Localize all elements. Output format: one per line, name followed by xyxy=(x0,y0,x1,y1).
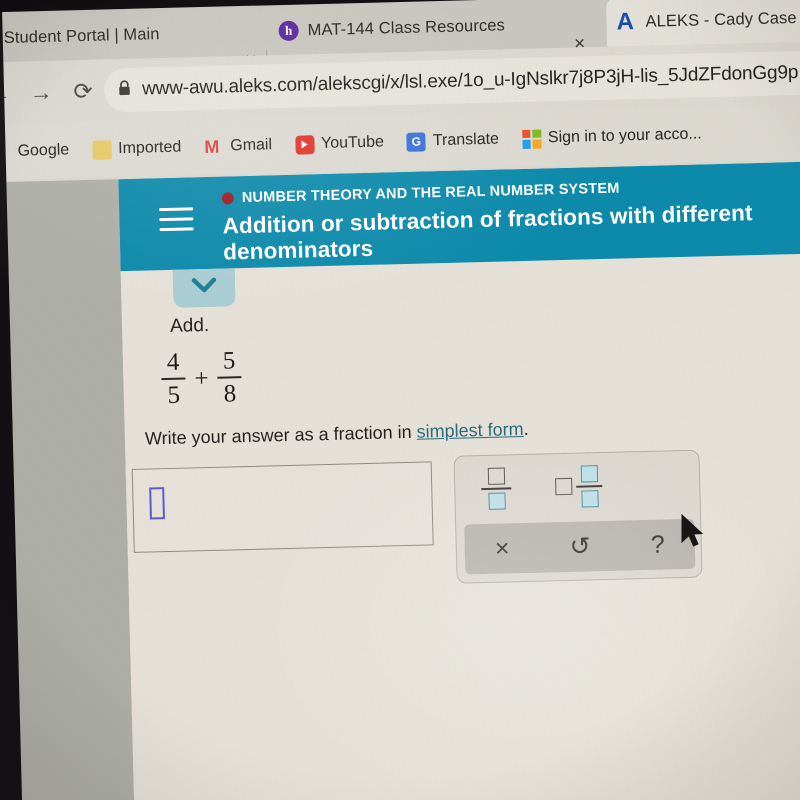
aleks-topic-title: Addition or subtraction of fractions wit… xyxy=(222,200,753,265)
help-icon[interactable]: ? xyxy=(650,530,665,559)
hamburger-menu-icon[interactable] xyxy=(159,207,194,238)
google-translate-icon: G xyxy=(406,131,427,152)
bookmark-microsoft-signin[interactable]: Sign in to your acco... xyxy=(514,121,710,153)
desktop-background-strip xyxy=(6,173,136,800)
aleks-a-icon: A xyxy=(616,8,635,36)
browser-chrome: Student Portal | Main × h MAT-144 Class … xyxy=(0,0,800,183)
bookmark-label: Sign in to your acco... xyxy=(547,125,702,147)
browser-tab-title: ALEKS - Cady Case xyxy=(645,8,797,31)
bookmark-label: Translate xyxy=(432,130,500,150)
answer-instruction-prefix: Write your answer as a fraction in xyxy=(144,421,417,449)
math-palette-top-row xyxy=(454,451,700,523)
clear-icon[interactable]: × xyxy=(495,534,510,563)
bookmark-label: Gmail xyxy=(230,136,273,155)
aleks-topic-kicker: NUMBER THEORY AND THE REAL NUMBER SYSTEM xyxy=(241,180,620,207)
bookmark-translate[interactable]: G Translate xyxy=(399,126,508,156)
youtube-icon xyxy=(294,134,315,155)
fraction-template-button[interactable] xyxy=(481,467,512,510)
aleks-topic-header: NUMBER THEORY AND THE REAL NUMBER SYSTEM… xyxy=(118,161,800,272)
bookmark-gmail[interactable]: M Gmail xyxy=(196,132,280,161)
browser-tab-title: Student Portal | Main xyxy=(3,24,160,47)
browser-tab-aleks[interactable]: A ALEKS - Cady Case xyxy=(605,0,800,47)
bookmark-label: Google xyxy=(17,141,70,160)
whole-part-box-icon xyxy=(555,478,573,496)
fraction-right: 5 8 xyxy=(217,347,242,408)
folder-icon xyxy=(91,139,112,160)
chevron-down-icon xyxy=(191,277,217,293)
fraction-denominator: 8 xyxy=(223,379,237,408)
fraction-left: 4 5 xyxy=(161,348,186,409)
laptop-screen: Student Portal | Main × h MAT-144 Class … xyxy=(0,0,800,800)
bookmark-label: YouTube xyxy=(320,133,385,153)
fraction-template-icon xyxy=(481,467,512,510)
math-palette-action-row: × ↺ ? xyxy=(464,518,696,575)
address-bar-url: www-awu.aleks.com/alekscgi/x/lsl.exe/1o_… xyxy=(141,61,799,100)
math-palette: × ↺ ? xyxy=(453,449,703,584)
forward-icon[interactable]: → xyxy=(20,78,63,106)
answer-instruction: Write your answer as a fraction in simpl… xyxy=(145,419,529,450)
bookmark-google[interactable]: G Google xyxy=(0,137,78,166)
problem-directive: Add. xyxy=(169,314,210,337)
browser-tab-student-portal[interactable]: Student Portal | Main xyxy=(0,7,266,64)
gmail-m-icon: M xyxy=(204,136,220,157)
lock-icon xyxy=(118,80,132,100)
expand-panel-button[interactable] xyxy=(172,268,236,308)
browser-tab-title: MAT-144 Class Resources xyxy=(307,15,506,39)
browser-tab-mat144[interactable]: h MAT-144 Class Resources xyxy=(268,0,600,56)
simplest-form-link[interactable]: simplest form xyxy=(416,419,523,442)
bookmark-imported[interactable]: Imported xyxy=(84,134,190,164)
operator-plus: + xyxy=(194,364,209,393)
bookmark-label: Imported xyxy=(117,138,182,158)
answer-input[interactable] xyxy=(131,461,434,553)
mixed-number-fraction-icon xyxy=(576,465,603,508)
photo-of-laptop-screen: Student Portal | Main × h MAT-144 Class … xyxy=(0,0,800,800)
bookmark-youtube[interactable]: YouTube xyxy=(287,129,393,159)
fraction-numerator: 4 xyxy=(166,348,180,377)
mixed-number-template-button[interactable] xyxy=(555,465,603,508)
fraction-numerator: 5 xyxy=(222,347,236,375)
answer-placeholder-box-icon xyxy=(149,487,165,520)
reload-icon[interactable]: ⟳ xyxy=(62,77,105,105)
aleks-header-text: NUMBER THEORY AND THE REAL NUMBER SYSTEM… xyxy=(221,175,800,265)
address-bar[interactable]: www-awu.aleks.com/alekscgi/x/lsl.exe/1o_… xyxy=(103,50,800,113)
problem-expression: 4 5 + 5 8 xyxy=(161,347,243,409)
aleks-page: NUMBER THEORY AND THE REAL NUMBER SYSTEM… xyxy=(118,161,800,800)
fraction-denominator: 5 xyxy=(167,381,181,409)
answer-instruction-suffix: . xyxy=(523,418,529,440)
purple-circle-icon: h xyxy=(278,20,299,42)
undo-icon[interactable]: ↺ xyxy=(569,531,591,562)
status-dot-icon xyxy=(221,192,235,205)
microsoft-icon xyxy=(521,128,542,149)
